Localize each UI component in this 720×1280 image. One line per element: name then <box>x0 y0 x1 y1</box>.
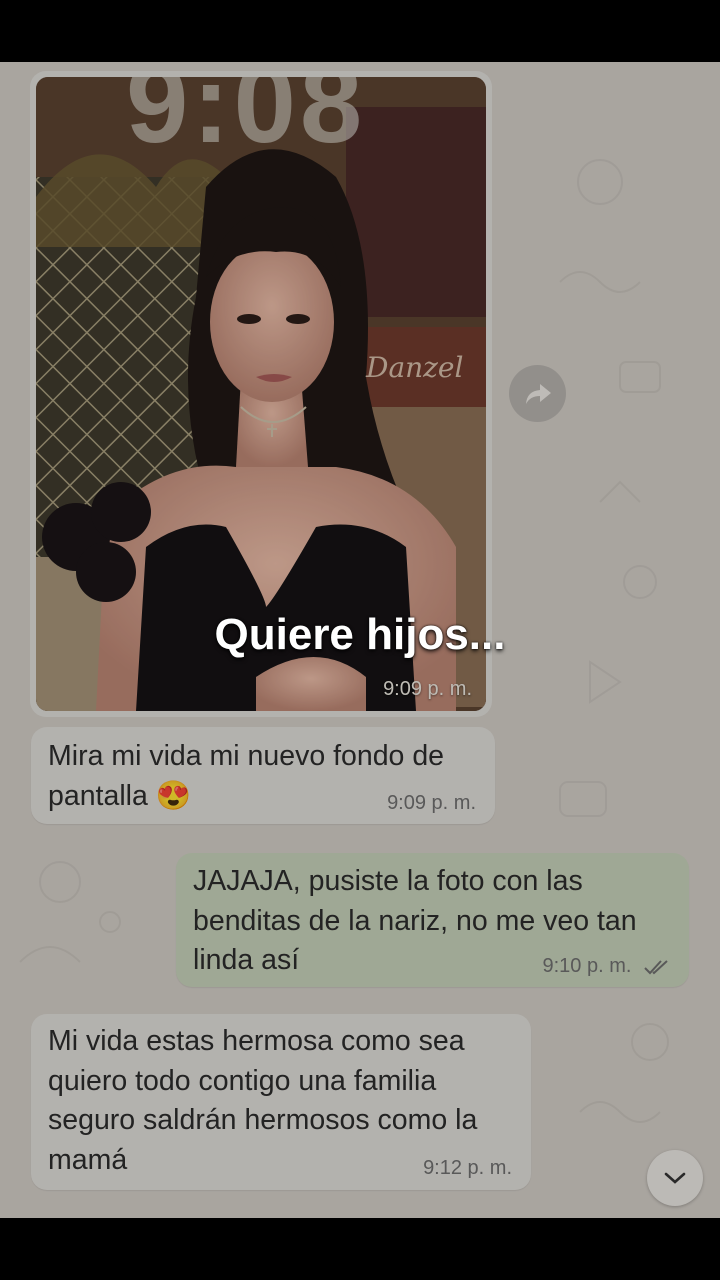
message-line: quiero todo contigo una familia <box>48 1064 437 1097</box>
message-line: benditas de la nariz, no me veo tan <box>193 904 637 937</box>
sign-text: Danzel <box>365 351 463 384</box>
outgoing-message[interactable]: JAJAJA, pusiste la foto con las benditas… <box>176 853 689 987</box>
message-timestamp: 9:09 p. m. <box>383 678 472 700</box>
message-timestamp: 9:12 p. m. <box>423 1157 512 1179</box>
photo-clock-overlay: 9:08 <box>126 77 367 166</box>
message-line: Mi vida estas hermosa como sea <box>48 1025 465 1057</box>
chevron-down-icon <box>664 1172 686 1184</box>
double-check-icon <box>644 959 668 975</box>
message-line: JAJAJA, pusiste la foto con las <box>193 865 583 897</box>
status-bar-area <box>0 0 720 62</box>
forward-button[interactable] <box>509 365 566 422</box>
message-timestamp: 9:09 p. m. <box>387 792 476 814</box>
message-timestamp: 9:10 p. m. <box>542 955 632 977</box>
incoming-message[interactable]: Mira mi vida mi nuevo fondo de pantalla … <box>31 727 495 824</box>
message-line: Mira mi vida mi nuevo fondo de <box>48 740 445 772</box>
message-line: seguro saldrán hermosos como la <box>48 1104 478 1136</box>
scroll-to-bottom-button[interactable] <box>647 1150 703 1206</box>
video-caption: Quiere hijos... <box>214 610 506 659</box>
incoming-message[interactable]: Mi vida estas hermosa como sea quiero to… <box>31 1014 531 1190</box>
message-meta: 9:10 p. m. <box>543 955 672 978</box>
bottom-bar-area <box>0 1218 720 1280</box>
forward-arrow-icon <box>525 383 551 404</box>
